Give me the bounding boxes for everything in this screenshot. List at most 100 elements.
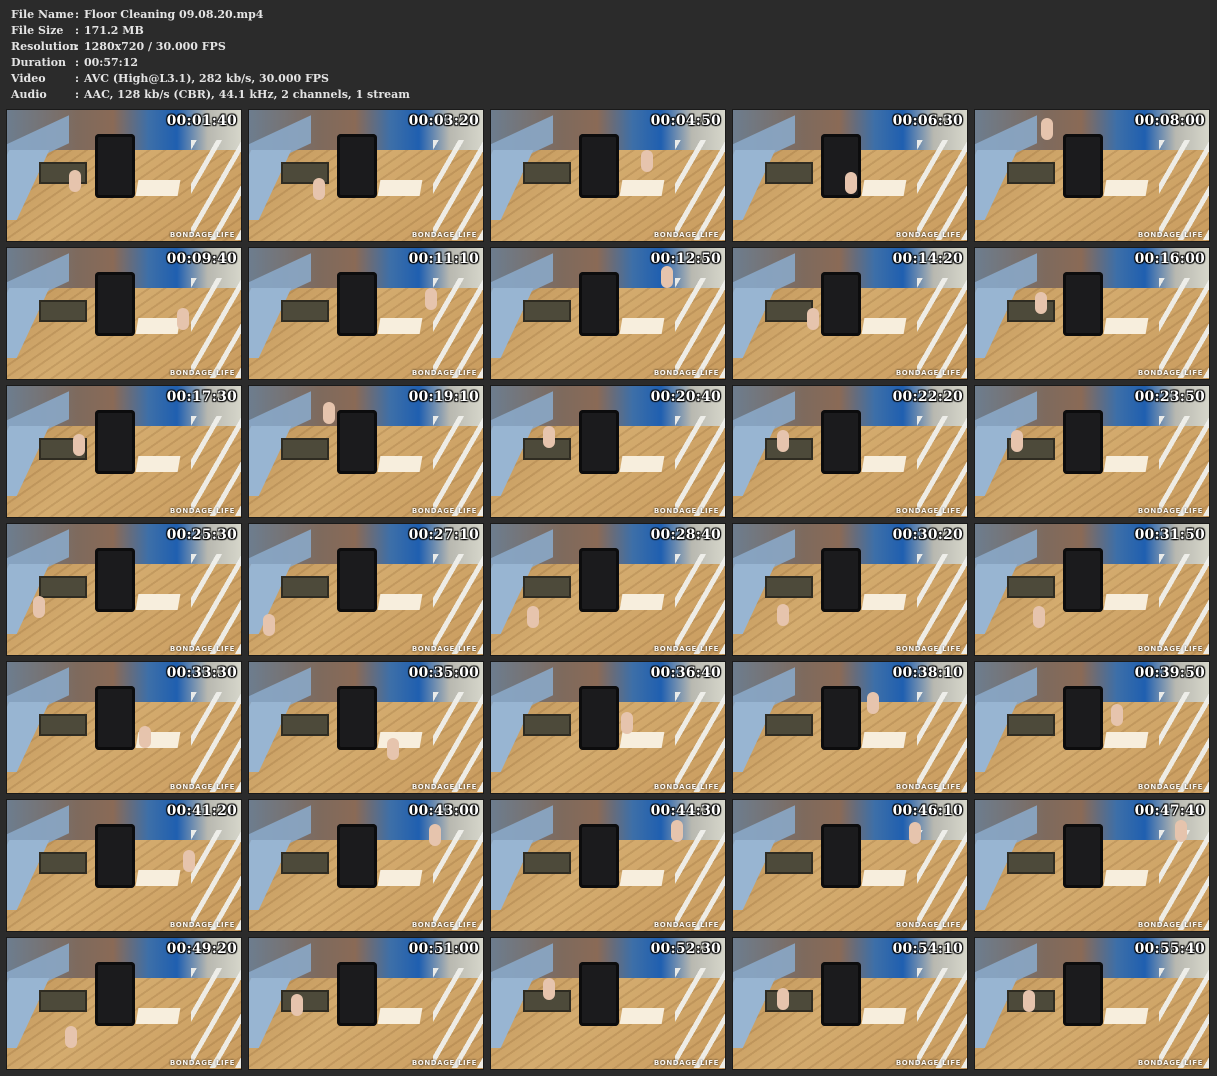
scene-table <box>523 300 571 322</box>
info-row-audio: Audio : AAC, 128 kb/s (CBR), 44.1 kHz, 2… <box>11 87 410 103</box>
video-thumbnail[interactable]: 00:12:50 BONDAGE LIFE <box>490 247 726 380</box>
scene-chairs <box>917 278 967 378</box>
scene-figure <box>323 402 335 424</box>
scene-figure <box>1033 606 1045 628</box>
scene-sun <box>135 318 181 334</box>
video-thumbnail[interactable]: 00:22:20 BONDAGE LIFE <box>732 385 968 518</box>
scene-figure <box>291 994 303 1016</box>
video-thumbnail[interactable]: 00:31:50 BONDAGE LIFE <box>974 523 1210 656</box>
scene-table <box>765 162 813 184</box>
scene-chairs <box>675 968 725 1068</box>
video-thumbnail[interactable]: 00:51:00 BONDAGE LIFE <box>248 937 484 1070</box>
video-thumbnail[interactable]: 00:43:00 BONDAGE LIFE <box>248 799 484 932</box>
scene-figure <box>429 824 441 846</box>
video-thumbnail[interactable]: 00:41:20 BONDAGE LIFE <box>6 799 242 932</box>
scene-couch <box>821 962 861 1026</box>
scene-chairs <box>675 140 725 240</box>
video-thumbnail[interactable]: 00:39:50 BONDAGE LIFE <box>974 661 1210 794</box>
video-thumbnail[interactable]: 00:35:00 BONDAGE LIFE <box>248 661 484 794</box>
scene-figure <box>777 430 789 452</box>
scene-chairs <box>1159 140 1209 240</box>
scene-couch <box>337 548 377 612</box>
scene-couch <box>337 134 377 198</box>
scene-couch <box>579 548 619 612</box>
video-thumbnail[interactable]: 00:01:40 BONDAGE LIFE <box>6 109 242 242</box>
watermark-logo: BONDAGE LIFE <box>653 645 719 653</box>
thumbnail-timestamp: 00:20:40 <box>650 389 721 405</box>
thumbnail-timestamp: 00:16:00 <box>1134 251 1205 267</box>
video-thumbnail[interactable]: 00:27:10 BONDAGE LIFE <box>248 523 484 656</box>
scene-sun <box>619 870 665 886</box>
video-thumbnail[interactable]: 00:19:10 BONDAGE LIFE <box>248 385 484 518</box>
video-thumbnail[interactable]: 00:36:40 BONDAGE LIFE <box>490 661 726 794</box>
scene-chairs <box>191 830 241 930</box>
file-info-header: File Name : Floor Cleaning 09.08.20.mp4 … <box>11 7 410 103</box>
scene-chairs <box>433 968 483 1068</box>
thumbnail-timestamp: 00:35:00 <box>408 665 479 681</box>
scene-chairs <box>1159 968 1209 1068</box>
video-thumbnail[interactable]: 00:49:20 BONDAGE LIFE <box>6 937 242 1070</box>
video-thumbnail[interactable]: 00:38:10 BONDAGE LIFE <box>732 661 968 794</box>
video-thumbnail[interactable]: 00:08:00 BONDAGE LIFE <box>974 109 1210 242</box>
scene-sun <box>135 594 181 610</box>
scene-chairs <box>1159 416 1209 516</box>
video-thumbnail[interactable]: 00:52:30 BONDAGE LIFE <box>490 937 726 1070</box>
video-thumbnail[interactable]: 00:23:50 BONDAGE LIFE <box>974 385 1210 518</box>
watermark-logo: BONDAGE LIFE <box>411 1059 477 1067</box>
info-separator: : <box>75 72 80 85</box>
scene-chairs <box>433 692 483 792</box>
scene-table <box>1007 300 1055 322</box>
info-label: Audio <box>11 88 47 101</box>
scene-chairs <box>433 830 483 930</box>
scene-table <box>1007 162 1055 184</box>
scene-figure <box>65 1026 77 1048</box>
video-thumbnail[interactable]: 00:47:40 BONDAGE LIFE <box>974 799 1210 932</box>
scene-chairs <box>191 692 241 792</box>
video-thumbnail[interactable]: 00:04:50 BONDAGE LIFE <box>490 109 726 242</box>
thumbnail-timestamp: 00:19:10 <box>408 389 479 405</box>
video-thumbnail[interactable]: 00:03:20 BONDAGE LIFE <box>248 109 484 242</box>
video-thumbnail[interactable]: 00:11:10 BONDAGE LIFE <box>248 247 484 380</box>
scene-figure <box>69 170 81 192</box>
scene-couch <box>821 272 861 336</box>
video-thumbnail[interactable]: 00:44:30 BONDAGE LIFE <box>490 799 726 932</box>
scene-chairs <box>675 554 725 654</box>
scene-figure <box>73 434 85 456</box>
scene-figure <box>661 266 673 288</box>
thumbnail-timestamp: 00:49:20 <box>166 941 237 957</box>
thumbnail-timestamp: 00:11:10 <box>408 251 479 267</box>
watermark-logo: BONDAGE LIFE <box>653 921 719 929</box>
video-thumbnail[interactable]: 00:25:30 BONDAGE LIFE <box>6 523 242 656</box>
scene-figure <box>867 692 879 714</box>
scene-chairs <box>675 692 725 792</box>
scene-chairs <box>433 140 483 240</box>
scene-couch <box>95 272 135 336</box>
scene-chairs <box>1159 554 1209 654</box>
scene-table <box>523 714 571 736</box>
video-thumbnail[interactable]: 00:54:10 BONDAGE LIFE <box>732 937 968 1070</box>
scene-sun <box>135 1008 181 1024</box>
video-thumbnail[interactable]: 00:46:10 BONDAGE LIFE <box>732 799 968 932</box>
video-thumbnail[interactable]: 00:33:30 BONDAGE LIFE <box>6 661 242 794</box>
video-thumbnail[interactable]: 00:30:20 BONDAGE LIFE <box>732 523 968 656</box>
scene-couch <box>1063 962 1103 1026</box>
scene-sun <box>1103 870 1149 886</box>
video-thumbnail[interactable]: 00:20:40 BONDAGE LIFE <box>490 385 726 518</box>
video-thumbnail[interactable]: 00:06:30 BONDAGE LIFE <box>732 109 968 242</box>
thumbnail-timestamp: 00:38:10 <box>892 665 963 681</box>
watermark-logo: BONDAGE LIFE <box>169 1059 235 1067</box>
thumbnail-timestamp: 00:14:20 <box>892 251 963 267</box>
video-thumbnail[interactable]: 00:16:00 BONDAGE LIFE <box>974 247 1210 380</box>
info-label: Video <box>11 72 46 85</box>
scene-couch <box>95 548 135 612</box>
video-thumbnail[interactable]: 00:55:40 BONDAGE LIFE <box>974 937 1210 1070</box>
scene-table <box>1007 576 1055 598</box>
thumbnail-timestamp: 00:30:20 <box>892 527 963 543</box>
video-thumbnail[interactable]: 00:09:40 BONDAGE LIFE <box>6 247 242 380</box>
video-thumbnail[interactable]: 00:28:40 BONDAGE LIFE <box>490 523 726 656</box>
thumbnail-timestamp: 00:06:30 <box>892 113 963 129</box>
scene-chairs <box>433 416 483 516</box>
scene-figure <box>641 150 653 172</box>
video-thumbnail[interactable]: 00:14:20 BONDAGE LIFE <box>732 247 968 380</box>
video-thumbnail[interactable]: 00:17:30 BONDAGE LIFE <box>6 385 242 518</box>
